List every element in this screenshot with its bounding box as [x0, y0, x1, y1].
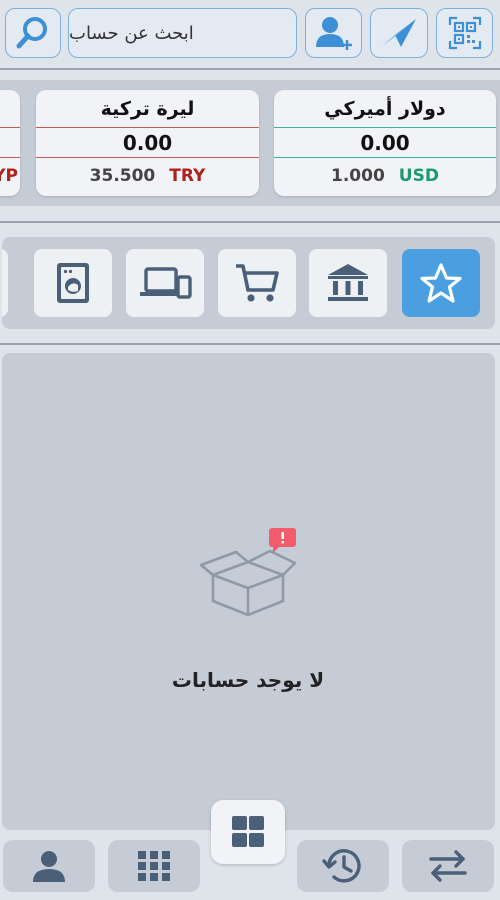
- qr-code-icon: [448, 16, 481, 50]
- search-input[interactable]: ابحث عن حساب: [68, 8, 297, 58]
- add-user-button[interactable]: [305, 8, 362, 58]
- category-partial[interactable]: [2, 249, 8, 317]
- add-user-icon: [315, 17, 352, 50]
- top-divider: [0, 68, 500, 70]
- currency-amount: 0.00: [274, 128, 496, 158]
- send-icon: [382, 19, 416, 47]
- transfer-icon: [429, 850, 467, 882]
- qr-code-button[interactable]: [436, 8, 493, 58]
- currency-card-partial[interactable]: YP: [0, 90, 20, 196]
- washing-machine-icon: [57, 263, 89, 303]
- nav-apps-button[interactable]: [108, 840, 200, 892]
- category-bank[interactable]: [309, 249, 387, 317]
- currency-name: ليرة تركية: [36, 90, 259, 128]
- nav-history-button[interactable]: [297, 840, 389, 892]
- currency-name: دولار أميركي: [274, 90, 496, 128]
- nav-profile-button[interactable]: [3, 840, 95, 892]
- category-strip[interactable]: [2, 237, 495, 329]
- history-icon: [322, 849, 361, 883]
- middle-divider: [0, 221, 500, 223]
- dashboard-icon: [232, 816, 264, 847]
- currency-rate: 35.500: [89, 166, 156, 186]
- profile-icon: [33, 851, 65, 882]
- category-electronics[interactable]: [126, 249, 204, 317]
- bank-icon: [328, 264, 368, 301]
- currency-code: TRY: [169, 166, 206, 186]
- star-icon: [420, 263, 462, 303]
- currency-code: YP: [0, 166, 18, 186]
- category-shopping[interactable]: [218, 249, 296, 317]
- nav-transfer-button[interactable]: [402, 840, 494, 892]
- devices-icon: [140, 267, 192, 299]
- search-button[interactable]: [5, 8, 61, 58]
- empty-box-icon: [199, 528, 297, 617]
- apps-grid-icon: [138, 851, 170, 881]
- cart-icon: [236, 264, 279, 302]
- currency-rate: 1.000: [331, 166, 385, 186]
- category-favorites[interactable]: [402, 249, 480, 317]
- currency-card-usd[interactable]: دولار أميركي 0.00 1.000 USD: [274, 90, 496, 196]
- currency-code: USD: [398, 166, 439, 186]
- search-icon: [16, 17, 47, 49]
- lower-divider: [0, 343, 500, 345]
- currency-card-try[interactable]: ليرة تركية 0.00 35.500 TRY: [36, 90, 259, 196]
- nav-dashboard-button[interactable]: [211, 800, 285, 864]
- currency-rate-row: 1.000 USD: [274, 158, 496, 194]
- currency-strip[interactable]: دولار أميركي 0.00 1.000 USD ليرة تركية 0.…: [0, 80, 500, 206]
- currency-rate-row: 35.500 TRY: [36, 158, 259, 194]
- empty-state-message: لا يوجد حسابات: [171, 668, 325, 692]
- search-placeholder: ابحث عن حساب: [69, 22, 194, 44]
- currency-amount: 0.00: [36, 128, 259, 158]
- category-appliances[interactable]: [34, 249, 112, 317]
- send-button[interactable]: [370, 8, 428, 58]
